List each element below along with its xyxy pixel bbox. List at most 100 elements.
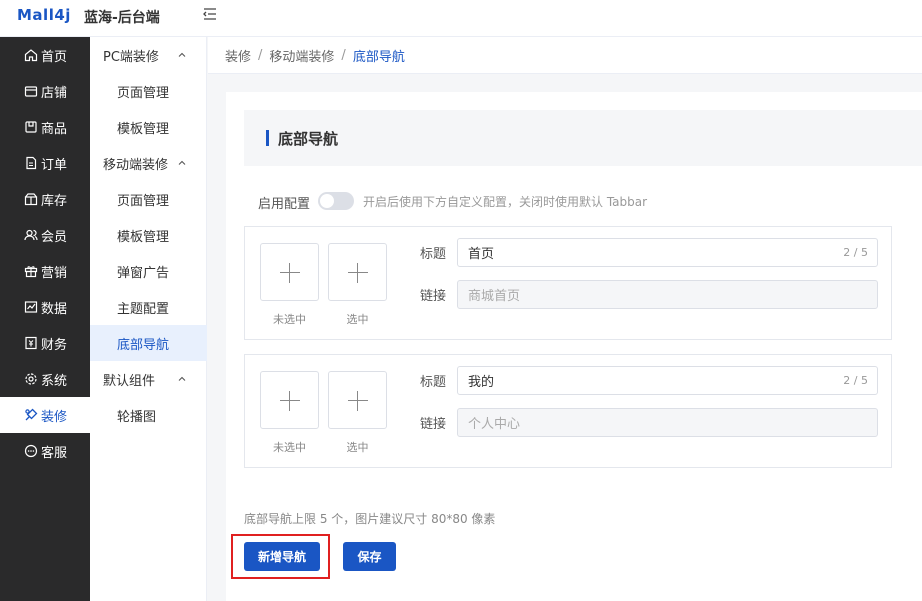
submenu-item-label: 底部导航	[117, 337, 170, 353]
home-icon	[24, 48, 38, 62]
goods-icon	[24, 120, 38, 134]
finance-icon	[24, 336, 38, 350]
store-icon	[24, 84, 38, 98]
plus-icon-stroke	[289, 263, 290, 283]
sidebar-item-member[interactable]: 会员	[0, 217, 90, 253]
plus-icon-stroke	[289, 391, 290, 411]
submenu-group-default[interactable]: 默认组件	[90, 361, 207, 397]
submenu-item-label: 模板管理	[117, 229, 170, 245]
plus-icon	[280, 400, 300, 401]
plus-icon-stroke	[357, 263, 358, 283]
link-label: 链接	[420, 289, 447, 304]
chevron-up-icon	[178, 52, 186, 57]
submenu-item-mobile-page[interactable]: 页面管理	[90, 181, 207, 217]
link-input[interactable]: 商城首页	[457, 280, 878, 309]
sidebar-item-home[interactable]: 首页	[0, 37, 90, 73]
submenu-item-mobile-template[interactable]: 模板管理	[90, 217, 207, 253]
breadcrumb-separator: /	[341, 47, 346, 63]
config-label: 启用配置	[258, 197, 311, 212]
nav-item-card: 未选中 选中 标题 我的 2 / 5 链接 个人中心	[244, 354, 892, 468]
sidebar-item-label: 会员	[41, 229, 68, 245]
config-hint: 开启后使用下方自定义配置，关闭时使用默认 Tabbar	[363, 195, 648, 209]
submenu-item-pc-template[interactable]: 模板管理	[90, 109, 207, 145]
top-bar: Mall4j 蓝海-后台端	[0, 0, 922, 37]
chat-icon	[24, 444, 38, 458]
unselected-caption: 未选中	[273, 441, 306, 454]
nav-item-card: 未选中 选中 标题 首页 2 / 5 链接 商城首页	[244, 226, 892, 340]
sidebar-item-decorate[interactable]: 装修	[0, 397, 90, 433]
breadcrumb-item[interactable]: 装修	[225, 46, 251, 65]
page-title: 底部导航	[278, 130, 339, 148]
highlight-box	[231, 534, 330, 579]
char-count: 2 / 5	[843, 374, 868, 387]
breadcrumb-item[interactable]: 移动端装修	[269, 46, 334, 65]
unselected-icon-upload[interactable]	[260, 243, 319, 301]
sidebar-item-goods[interactable]: 商品	[0, 109, 90, 145]
sidebar-item-label: 数据	[41, 301, 68, 317]
title-input[interactable]: 首页 2 / 5	[457, 238, 878, 267]
submenu-group-mobile[interactable]: 移动端装修	[90, 145, 207, 181]
link-label: 链接	[420, 417, 447, 432]
submenu-item-pc-page[interactable]: 页面管理	[90, 73, 207, 109]
limit-note: 底部导航上限 5 个，图片建议尺寸 80*80 像素	[244, 512, 496, 526]
submenu-item-popup-ad[interactable]: 弹窗广告	[90, 253, 207, 289]
sidebar-item-label: 系统	[41, 373, 68, 389]
title-input[interactable]: 我的 2 / 5	[457, 366, 878, 395]
sidebar-item-label: 装修	[41, 409, 68, 425]
sidebar-item-store[interactable]: 店铺	[0, 73, 90, 109]
sidebar-item-marketing[interactable]: 营销	[0, 253, 90, 289]
inventory-icon	[24, 192, 38, 206]
sidebar-item-inventory[interactable]: 库存	[0, 181, 90, 217]
order-icon	[24, 156, 38, 170]
link-placeholder: 个人中心	[468, 417, 521, 432]
submenu-item-bottom-nav[interactable]: 底部导航	[90, 325, 207, 361]
submenu-item-carousel[interactable]: 轮播图	[90, 397, 207, 433]
sidebar-item-data[interactable]: 数据	[0, 289, 90, 325]
breadcrumb-current: 底部导航	[352, 49, 405, 65]
section-header: 底部导航	[244, 110, 922, 166]
plus-icon	[348, 400, 368, 401]
sidebar-item-label: 财务	[41, 337, 68, 353]
sidebar-item-label: 订单	[41, 157, 68, 173]
sidebar-item-label: 客服	[41, 445, 68, 461]
submenu-item-label: 弹窗广告	[117, 265, 170, 281]
main-sidebar: 首页 店铺 商品 订单 库存 会员 营销 数据 财务 系统 装修 客服	[0, 37, 90, 601]
sidebar-item-order[interactable]: 订单	[0, 145, 90, 181]
submenu-item-label: 页面管理	[117, 193, 170, 209]
unselected-icon-upload[interactable]	[260, 371, 319, 429]
selected-caption: 选中	[346, 313, 369, 326]
sidebar-item-finance[interactable]: 财务	[0, 325, 90, 361]
plus-icon	[348, 272, 368, 273]
unselected-caption: 未选中	[273, 313, 306, 326]
sidebar-item-service[interactable]: 客服	[0, 433, 90, 469]
sidebar-item-label: 商品	[41, 121, 68, 137]
submenu-item-label: 模板管理	[117, 121, 170, 137]
selected-icon-upload[interactable]	[328, 243, 387, 301]
sidebar-item-label: 营销	[41, 265, 68, 281]
link-placeholder: 商城首页	[468, 289, 521, 304]
title-accent-bar	[266, 130, 269, 146]
title-label: 标题	[420, 375, 447, 390]
selected-caption: 选中	[346, 441, 369, 454]
content-card: 底部导航 启用配置 开启后使用下方自定义配置，关闭时使用默认 Tabbar 未选…	[226, 92, 922, 601]
title-value: 首页	[468, 247, 495, 262]
link-input[interactable]: 个人中心	[457, 408, 878, 437]
submenu-item-theme[interactable]: 主题配置	[90, 289, 207, 325]
sidebar-item-label: 库存	[41, 193, 68, 209]
title-value: 我的	[468, 375, 495, 390]
selected-icon-upload[interactable]	[328, 371, 387, 429]
collapse-menu-icon[interactable]	[201, 5, 219, 23]
chart-icon	[24, 300, 38, 314]
submenu-group-pc[interactable]: PC端装修	[90, 37, 207, 73]
chevron-up-icon	[178, 376, 186, 381]
title-label: 标题	[420, 247, 447, 262]
decorate-icon	[24, 408, 38, 422]
sidebar-item-label: 店铺	[41, 85, 68, 101]
chevron-up-icon	[178, 160, 186, 165]
gift-icon	[24, 264, 38, 278]
sidebar-item-system[interactable]: 系统	[0, 361, 90, 397]
save-button[interactable]: 保存	[343, 542, 396, 571]
submenu-group-label: 默认组件	[103, 373, 156, 389]
config-toggle[interactable]	[318, 192, 354, 210]
toggle-knob	[320, 194, 334, 208]
